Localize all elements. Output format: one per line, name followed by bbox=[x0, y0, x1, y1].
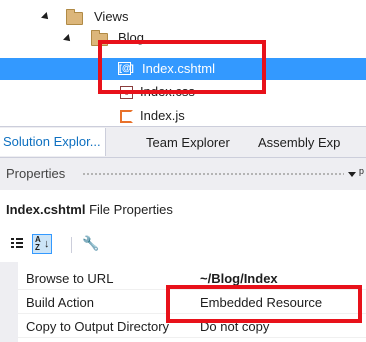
annotation-box-build-action bbox=[166, 285, 362, 323]
alphabetical-button[interactable]: AZ ↓ bbox=[32, 234, 52, 254]
selected-object-line[interactable]: Index.cshtml File Properties bbox=[6, 202, 173, 217]
grid-gutter bbox=[0, 262, 18, 342]
tree-item-views[interactable]: Views bbox=[0, 6, 366, 28]
categorized-button[interactable] bbox=[8, 234, 28, 254]
tab-team-explorer[interactable]: Team Explorer bbox=[142, 132, 234, 154]
property-pages-button[interactable]: 🔧 bbox=[78, 234, 100, 254]
property-value[interactable]: ~/Blog/Index bbox=[200, 271, 278, 286]
annotation-box-file bbox=[98, 40, 266, 94]
properties-toolbar: AZ ↓ 🔧 bbox=[0, 226, 366, 262]
property-name: Browse to URL bbox=[26, 271, 114, 286]
object-name: Index.cshtml bbox=[6, 202, 86, 217]
tree-item-index-js[interactable]: Index.js bbox=[0, 104, 366, 126]
tab-assembly-explorer[interactable]: Assembly Exp bbox=[254, 132, 344, 154]
tree-item-label: Index.js bbox=[140, 108, 185, 123]
expanded-arrow-icon[interactable] bbox=[41, 12, 51, 22]
alphabetical-icon: AZ bbox=[35, 235, 41, 252]
properties-header: Properties ᵖ bbox=[0, 158, 366, 190]
expanded-arrow-icon[interactable] bbox=[63, 34, 73, 44]
tool-window-tabs: Solution Explor... Team Explorer Assembl… bbox=[0, 126, 366, 158]
tab-solution-explorer[interactable]: Solution Explor... bbox=[0, 128, 106, 156]
pin-icon[interactable]: ᵖ bbox=[359, 165, 364, 180]
drag-grip[interactable] bbox=[82, 172, 344, 176]
tree-item-label: Views bbox=[94, 9, 129, 24]
properties-title: Properties bbox=[6, 166, 66, 181]
sort-arrow-icon: ↓ bbox=[44, 238, 50, 250]
object-type: File Properties bbox=[89, 202, 173, 217]
js-file-icon bbox=[120, 110, 133, 123]
dropdown-icon[interactable] bbox=[348, 172, 356, 177]
toolbar-separator bbox=[71, 237, 72, 253]
property-pages-icon: 🔧 bbox=[82, 235, 100, 251]
folder-icon bbox=[66, 9, 83, 25]
categorized-icon bbox=[11, 238, 23, 248]
